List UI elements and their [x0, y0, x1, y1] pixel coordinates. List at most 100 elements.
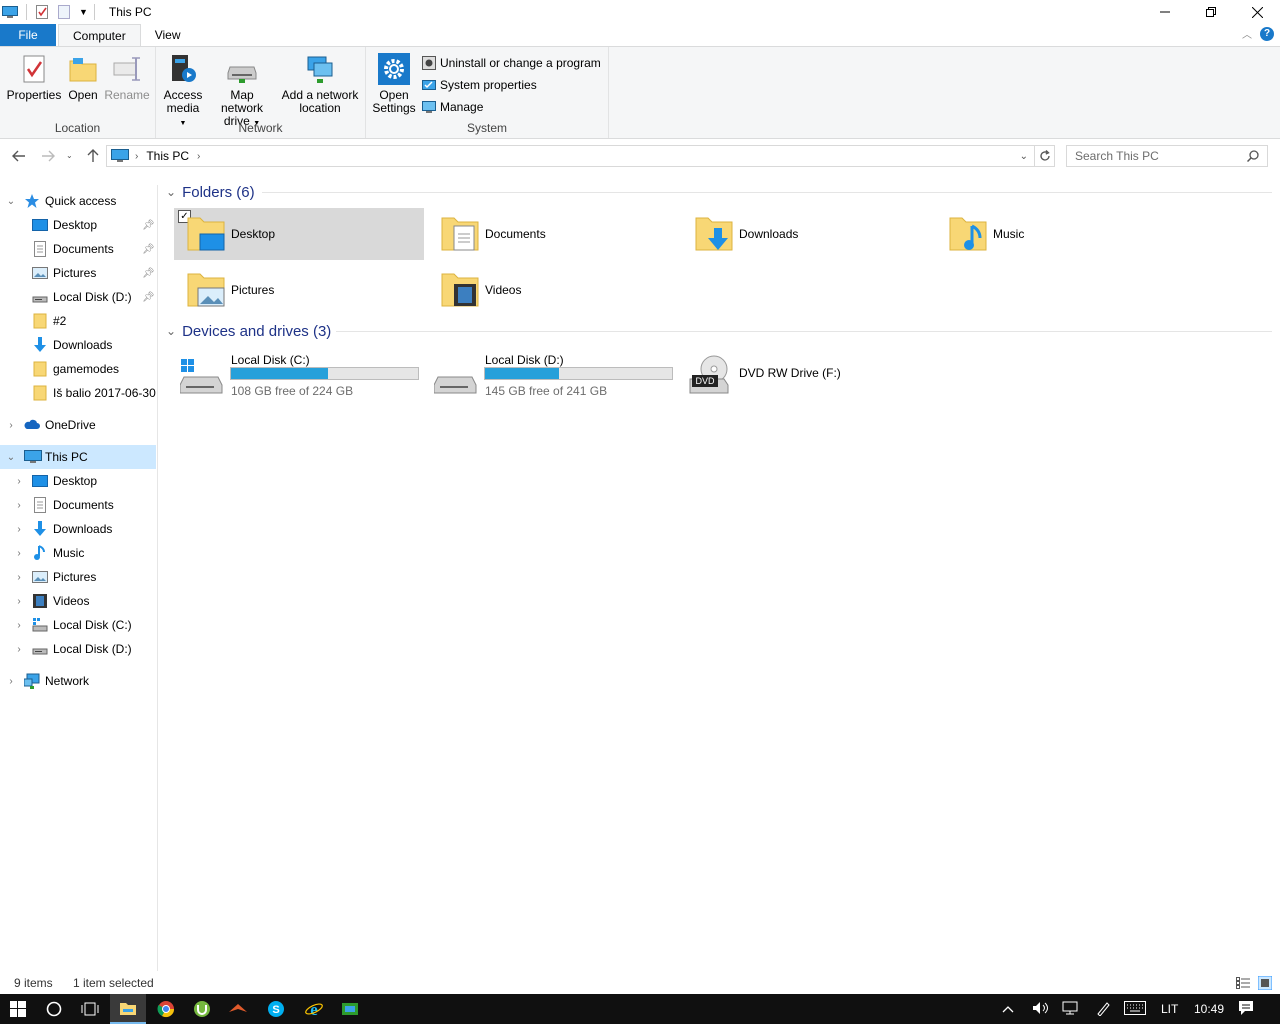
- chevron-right-icon[interactable]: ›: [6, 676, 16, 687]
- sidebar-item-pc-videos[interactable]: › Videos: [0, 589, 156, 613]
- sidebar-item-pc-downloads[interactable]: › Downloads: [0, 517, 156, 541]
- pin-icon[interactable]: 📌︎: [142, 220, 155, 231]
- network-status-icon[interactable]: [1062, 1001, 1080, 1018]
- manage-button[interactable]: Manage: [422, 98, 483, 116]
- clock[interactable]: 10:49: [1194, 1002, 1224, 1016]
- breadcrumb[interactable]: This PC: [146, 149, 189, 163]
- sidebar-item-pc-music[interactable]: › Music: [0, 541, 156, 565]
- chevron-right-icon[interactable]: ›: [14, 644, 24, 655]
- this-pc-icon[interactable]: [2, 5, 18, 19]
- chevron-right-icon[interactable]: ›: [14, 500, 24, 511]
- taskbar-chrome[interactable]: [148, 994, 184, 1024]
- chevron-right-icon[interactable]: ›: [6, 420, 16, 431]
- input-language-indicator[interactable]: LIT: [1161, 1002, 1178, 1016]
- sidebar-item-qa-is-balio[interactable]: Iš balio 2017-06-30: [0, 381, 156, 405]
- tab-computer[interactable]: Computer: [58, 24, 141, 46]
- sidebar-item-onedrive[interactable]: › OneDrive: [0, 413, 156, 437]
- forward-button[interactable]: [37, 145, 59, 167]
- chevron-right-icon[interactable]: ›: [14, 596, 24, 607]
- help-icon[interactable]: ?: [1260, 26, 1274, 41]
- address-bar[interactable]: › This PC › ⌄: [106, 145, 1035, 167]
- folders-section-header[interactable]: ⌄ Folders (6): [166, 182, 1272, 202]
- minimize-button[interactable]: [1142, 0, 1188, 24]
- sidebar-item-pc-pictures[interactable]: › Pictures: [0, 565, 156, 589]
- search-input[interactable]: Search This PC: [1066, 145, 1268, 167]
- details-view-icon[interactable]: [1236, 977, 1250, 992]
- folder-tile-downloads[interactable]: Downloads: [682, 208, 932, 260]
- devices-section-header[interactable]: ⌄ Devices and drives (3): [166, 321, 1272, 341]
- sidebar-item-qa-2[interactable]: #2: [0, 309, 156, 333]
- recent-locations-dropdown[interactable]: ⌄: [66, 151, 73, 160]
- sidebar-item-qa-gamemodes[interactable]: gamemodes: [0, 357, 156, 381]
- tab-file[interactable]: File: [0, 24, 56, 46]
- properties-button[interactable]: Properties: [6, 53, 62, 102]
- open-button[interactable]: Open: [66, 53, 100, 102]
- pin-icon[interactable]: 📌︎: [142, 292, 155, 303]
- taskbar-network-app[interactable]: [332, 994, 368, 1024]
- chevron-right-icon[interactable]: ›: [14, 620, 24, 631]
- drive-tile-c[interactable]: Local Disk (C:) 108 GB free of 224 GB: [174, 347, 424, 399]
- breadcrumb-separator-icon[interactable]: ›: [135, 151, 138, 162]
- open-settings-button[interactable]: Open Settings: [372, 53, 416, 115]
- volume-icon[interactable]: [1032, 1001, 1050, 1018]
- folder-tile-music[interactable]: Music: [936, 208, 1186, 260]
- search-icon[interactable]: [1247, 150, 1259, 162]
- taskbar-internet-explorer[interactable]: e: [296, 994, 332, 1024]
- sidebar-item-pc-documents[interactable]: › Documents: [0, 493, 156, 517]
- sidebar-item-network[interactable]: › Network: [0, 669, 156, 693]
- drive-tile-dvd[interactable]: DVD DVD RW Drive (F:): [682, 347, 932, 399]
- access-media-button[interactable]: Access media ▼: [162, 53, 204, 130]
- sidebar-item-qa-documents[interactable]: Documents 📌︎: [0, 237, 156, 261]
- chevron-right-icon[interactable]: ›: [14, 524, 24, 535]
- new-folder-icon[interactable]: [57, 4, 71, 20]
- chevron-right-icon[interactable]: ›: [14, 548, 24, 559]
- customize-toolbar-dropdown-icon[interactable]: ▼: [79, 7, 88, 17]
- taskbar-app-red[interactable]: [220, 994, 256, 1024]
- sidebar-item-quick-access[interactable]: ⌄ Quick access: [0, 189, 156, 213]
- up-button[interactable]: [82, 145, 104, 167]
- chevron-right-icon[interactable]: ›: [14, 476, 24, 487]
- uninstall-program-button[interactable]: Uninstall or change a program: [422, 54, 601, 72]
- drive-tile-d[interactable]: Local Disk (D:) 145 GB free of 241 GB: [428, 347, 678, 399]
- chevron-down-icon[interactable]: ⌄: [6, 196, 16, 207]
- start-button[interactable]: [0, 994, 36, 1024]
- pin-icon[interactable]: 📌︎: [142, 244, 155, 255]
- maximize-button[interactable]: [1188, 0, 1234, 24]
- sidebar-item-qa-downloads[interactable]: Downloads: [0, 333, 156, 357]
- folder-tile-pictures[interactable]: Pictures: [174, 264, 424, 316]
- search-button[interactable]: [36, 994, 72, 1024]
- chevron-down-icon[interactable]: ⌄: [6, 452, 16, 463]
- sidebar-item-pc-local-disk-d[interactable]: › Local Disk (D:): [0, 637, 156, 661]
- chevron-right-icon[interactable]: ›: [14, 572, 24, 583]
- touch-keyboard-icon[interactable]: [1124, 1000, 1146, 1018]
- sidebar-item-qa-local-disk-d[interactable]: Local Disk (D:) 📌︎: [0, 285, 156, 309]
- back-button[interactable]: [8, 145, 30, 167]
- action-center-icon[interactable]: [1238, 1000, 1256, 1019]
- pen-icon[interactable]: [1096, 1000, 1112, 1019]
- task-view-button[interactable]: [72, 994, 108, 1024]
- folder-tile-documents[interactable]: Documents: [428, 208, 678, 260]
- sidebar-item-qa-desktop[interactable]: Desktop 📌︎: [0, 213, 156, 237]
- breadcrumb-separator-icon[interactable]: ›: [197, 151, 200, 162]
- folder-tile-videos[interactable]: Videos: [428, 264, 678, 316]
- sidebar-item-this-pc[interactable]: ⌄ This PC: [0, 445, 156, 469]
- large-icons-view-icon[interactable]: [1257, 975, 1273, 993]
- properties-icon[interactable]: [35, 4, 49, 20]
- tab-view[interactable]: View: [141, 24, 195, 46]
- taskbar-utorrent[interactable]: [184, 994, 220, 1024]
- sidebar-item-qa-pictures[interactable]: Pictures 📌︎: [0, 261, 156, 285]
- pin-icon[interactable]: 📌︎: [142, 268, 155, 279]
- sidebar-item-pc-desktop[interactable]: › Desktop: [0, 469, 156, 493]
- taskbar-file-explorer[interactable]: [110, 994, 146, 1024]
- sidebar-item-pc-local-disk-c[interactable]: › Local Disk (C:): [0, 613, 156, 637]
- folder-tile-desktop[interactable]: ✓ Desktop: [174, 208, 424, 260]
- refresh-button[interactable]: [1034, 145, 1055, 167]
- address-history-dropdown-icon[interactable]: ⌄: [1020, 151, 1028, 162]
- add-network-location-button[interactable]: Add a network location: [280, 53, 360, 115]
- close-button[interactable]: [1234, 0, 1280, 24]
- chevron-down-icon[interactable]: ⌄: [166, 324, 176, 338]
- chevron-down-icon[interactable]: ⌄: [166, 185, 176, 199]
- show-hidden-icons-icon[interactable]: [1002, 1002, 1016, 1016]
- map-network-drive-button[interactable]: Map network drive ▼: [208, 53, 276, 130]
- collapse-ribbon-icon[interactable]: ︿: [1242, 26, 1252, 41]
